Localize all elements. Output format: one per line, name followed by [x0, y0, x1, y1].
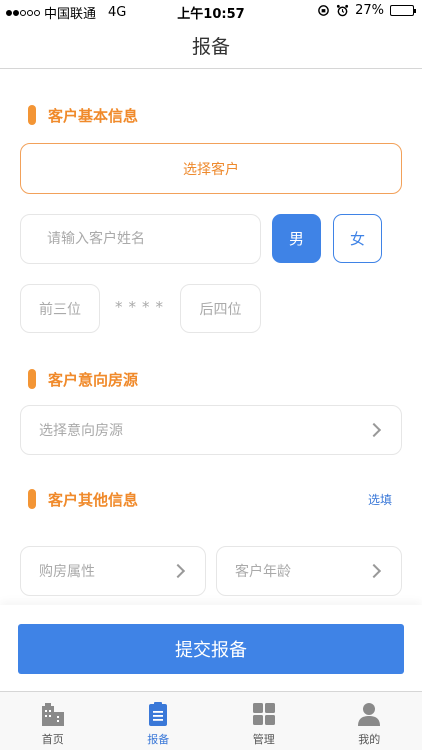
customer-age-select[interactable]: 客户年龄 — [216, 546, 402, 596]
section-marker — [28, 489, 36, 509]
section-other-info: 客户其他信息 选填 — [28, 488, 422, 510]
section-marker — [28, 369, 36, 389]
section-title: 客户其他信息 — [48, 490, 139, 509]
clipboard-icon — [149, 702, 168, 726]
gender-female-button[interactable]: 女 — [333, 214, 382, 263]
property-select-label: 选择意向房源 — [39, 423, 123, 439]
customer-name-input[interactable] — [20, 214, 261, 264]
submit-area: 提交报备 — [0, 605, 422, 691]
phone-prefix-input[interactable]: 前三位 — [20, 284, 100, 333]
tab-report[interactable]: 报备 — [106, 692, 212, 750]
purchase-attribute-select[interactable]: 购房属性 — [20, 546, 206, 596]
building-icon — [41, 703, 64, 726]
property-select[interactable]: 选择意向房源 — [20, 405, 402, 455]
nav-bar: 报备 — [0, 22, 422, 69]
section-basic-info: 客户基本信息 — [28, 104, 138, 126]
customer-age-label: 客户年龄 — [235, 564, 291, 580]
gender-male-button[interactable]: 男 — [272, 214, 321, 263]
phone-mask: **** — [115, 298, 169, 316]
select-customer-button[interactable]: 选择客户 — [20, 143, 402, 194]
page-title: 报备 — [191, 36, 230, 58]
section-property: 客户意向房源 — [28, 368, 138, 390]
tab-home[interactable]: 首页 — [0, 692, 106, 750]
person-icon — [358, 703, 381, 726]
tab-label: 首页 — [41, 733, 64, 746]
purchase-attribute-label: 购房属性 — [39, 564, 95, 580]
rotation-lock-icon — [318, 5, 329, 16]
alarm-icon — [337, 4, 349, 17]
phone-suffix-input[interactable]: 后四位 — [180, 284, 261, 333]
section-marker — [28, 105, 36, 125]
tab-label: 我的 — [358, 733, 381, 746]
battery-percent: 27% — [355, 3, 384, 18]
tab-bar: 首页 报备 管理 我的 — [0, 691, 422, 750]
status-right: 27% — [317, 3, 416, 18]
tab-manage[interactable]: 管理 — [211, 692, 317, 750]
optional-label: 选填 — [367, 492, 392, 507]
tab-label: 报备 — [147, 733, 170, 746]
grid-icon — [252, 703, 275, 725]
section-title: 客户基本信息 — [48, 106, 139, 125]
section-title: 客户意向房源 — [48, 370, 139, 389]
tab-label: 管理 — [252, 733, 275, 746]
chevron-right-icon — [170, 563, 186, 579]
battery-icon — [390, 5, 416, 16]
tab-mine[interactable]: 我的 — [317, 692, 422, 750]
submit-report-button[interactable]: 提交报备 — [18, 624, 404, 674]
chevron-right-icon — [366, 422, 382, 438]
chevron-right-icon — [366, 563, 382, 579]
status-bar: 中国联通 4G 上午10:57 27% — [0, 0, 422, 22]
